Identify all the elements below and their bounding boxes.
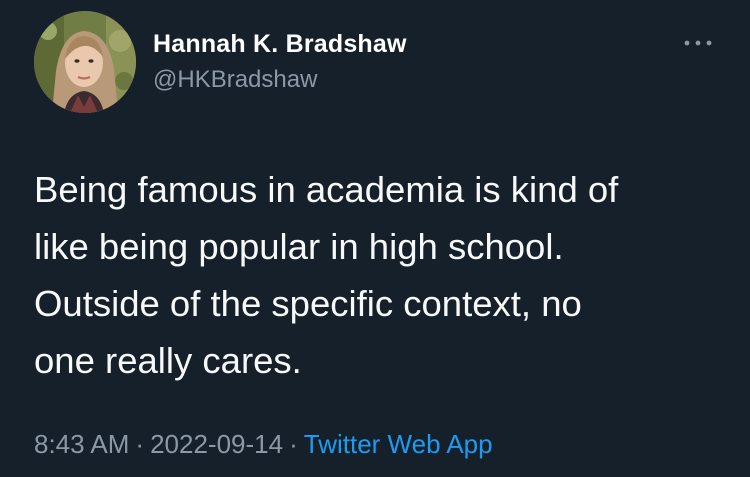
tweet-text: Being famous in academia is kind of like… (34, 169, 619, 381)
tweet-card: Hannah K. Bradshaw @HKBradshaw Being fam… (0, 0, 750, 477)
meta-separator: · (135, 429, 145, 459)
more-horizontal-icon (684, 40, 712, 46)
avatar-photo (34, 11, 136, 113)
avatar[interactable] (34, 11, 136, 113)
author-handle[interactable]: @HKBradshaw (153, 66, 317, 94)
tweet-date[interactable]: 2022-09-14 (150, 429, 283, 459)
meta-separator: · (289, 429, 298, 459)
author-display-name[interactable]: Hannah K. Bradshaw (153, 30, 407, 59)
tweet-source-link[interactable]: Twitter Web App (304, 429, 493, 459)
tweet-time[interactable]: 8:43 AM (34, 429, 129, 459)
more-options-button[interactable] (676, 30, 720, 56)
tweet-metadata: 8:43 AM · 2022-09-14 · Twitter Web App (34, 429, 493, 460)
